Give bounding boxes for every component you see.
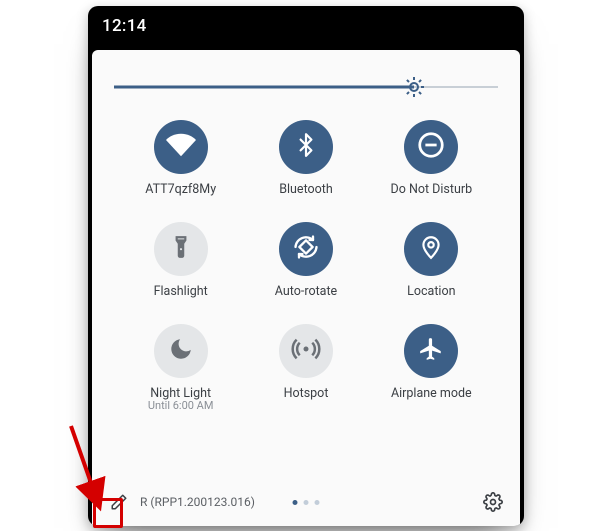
night-light-icon [168, 336, 194, 366]
status-bar: 12:14 [88, 6, 524, 46]
page-dot[interactable] [315, 500, 320, 505]
tile-label-text: Bluetooth [279, 182, 333, 197]
build-label: R (RPP1.200123.016) [140, 495, 255, 509]
tile-label-text: Flashlight [154, 284, 208, 299]
tile-bluetooth: Bluetooth [243, 120, 368, 204]
tile-label-text: ATT7qzf8My [145, 182, 216, 197]
settings-button[interactable] [478, 487, 508, 517]
airplane-icon [418, 336, 444, 366]
page-dot[interactable] [304, 500, 309, 505]
tile-autorotate: Auto-rotate [243, 222, 368, 306]
tile-label-text: Hotspot [284, 386, 329, 401]
tile-label: Hotspot [284, 386, 329, 408]
location-icon [418, 234, 444, 264]
brightness-icon [402, 75, 426, 99]
tile-label-text: Location [407, 284, 455, 299]
brightness-thumb[interactable] [401, 74, 427, 100]
tile-nightlight: Night LightUntil 6:00 AM [118, 324, 243, 412]
tile-button-nightlight[interactable] [154, 324, 208, 378]
tiles-grid: ATT7qzf8My Bluetooth Do Not Disturb Flashli… [92, 120, 520, 412]
tile-location: Location [369, 222, 494, 306]
dnd-icon [416, 130, 446, 164]
tile-label: Auto-rotate [275, 284, 337, 306]
tile-button-autorotate[interactable] [279, 222, 333, 276]
bluetooth-icon [293, 132, 319, 162]
tile-button-location[interactable] [404, 222, 458, 276]
tile-hotspot: Hotspot [243, 324, 368, 412]
brightness-slider[interactable] [114, 60, 498, 114]
tile-button-dnd[interactable] [404, 120, 458, 174]
tile-label: Airplane mode [391, 386, 472, 408]
status-time: 12:14 [102, 16, 147, 36]
brightness-fill [114, 86, 414, 89]
flashlight-icon [168, 234, 194, 264]
tile-button-hotspot[interactable] [279, 324, 333, 378]
phone-frame: 12:14 ATT7qzf8My Bluetooth Do Not Disturb F… [88, 6, 524, 526]
page-indicator[interactable] [293, 500, 320, 505]
tile-sublabel: Until 6:00 AM [148, 399, 214, 412]
auto-rotate-icon [292, 233, 320, 265]
tile-button-flashlight[interactable] [154, 222, 208, 276]
tile-label: ATT7qzf8My [145, 182, 216, 204]
tile-label-text: Airplane mode [391, 386, 472, 401]
panel-footer: R (RPP1.200123.016) [92, 482, 520, 526]
page-dot[interactable] [293, 500, 298, 505]
tile-button-bluetooth[interactable] [279, 120, 333, 174]
gear-icon [483, 492, 503, 512]
hotspot-icon [291, 334, 321, 368]
tile-label-text: Do Not Disturb [391, 182, 473, 197]
tile-button-airplane[interactable] [404, 324, 458, 378]
tile-wifi: ATT7qzf8My [118, 120, 243, 204]
tile-label: Flashlight [154, 284, 208, 306]
wifi-icon [166, 130, 196, 164]
tile-label: Do Not Disturb [391, 182, 473, 204]
tile-label: Location [407, 284, 455, 306]
tile-label-text: Auto-rotate [275, 284, 337, 299]
tile-button-wifi[interactable] [154, 120, 208, 174]
tile-label: Bluetooth [279, 182, 333, 204]
tile-airplane: Airplane mode [369, 324, 494, 412]
pencil-icon [110, 493, 128, 511]
quick-settings-panel: ATT7qzf8My Bluetooth Do Not Disturb Flashli… [92, 50, 520, 526]
tile-flashlight: Flashlight [118, 222, 243, 306]
tile-label: Night LightUntil 6:00 AM [148, 386, 214, 412]
edit-tiles-button[interactable] [104, 487, 134, 517]
tile-dnd: Do Not Disturb [369, 120, 494, 204]
